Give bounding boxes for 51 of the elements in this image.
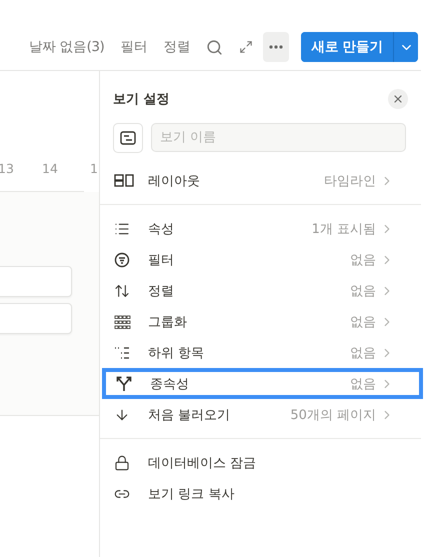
row-value: 없음 (350, 282, 376, 300)
row-label: 데이터베이스 잠금 (148, 454, 258, 472)
indented-list-icon (114, 346, 130, 360)
row-label: 종속성 (150, 376, 190, 392)
row-label: 하위 항목 (148, 344, 206, 362)
row-label: 속성 (148, 220, 175, 238)
row-label: 그룹화 (148, 314, 188, 330)
date-label: 1 (89, 161, 99, 178)
grid-icon (114, 314, 131, 328)
row-value: 1개 표시됨 (312, 220, 376, 238)
toolbar-button[interactable]: 필터 (114, 32, 154, 62)
action-row[interactable]: 데이터베이스 잠금 (102, 447, 419, 478)
toolbar-button[interactable]: 날짜 없음(3) (22, 32, 110, 62)
settings-row[interactable]: 정렬 없음 (102, 275, 419, 306)
settings-row[interactable]: 필터 없음 (102, 244, 419, 275)
row-label: 처음 불러오기 (148, 406, 232, 424)
settings-row[interactable]: 그룹화 없음 (102, 306, 419, 337)
more-button[interactable] (263, 32, 290, 62)
layout-row[interactable]: 레이아웃 타임라인 (102, 165, 419, 196)
view-name-field[interactable]: 보기 이름 (151, 123, 406, 152)
row-label: 필터 (148, 252, 175, 268)
settings-row[interactable]: 속성 1개 표시됨 (102, 213, 419, 244)
search-icon (206, 38, 224, 56)
row-label: 레이아웃 (148, 172, 201, 190)
row-label: 정렬 (148, 282, 175, 300)
diagonal-arrows-icon (239, 40, 254, 54)
action-row[interactable]: 보기 링크 복사 (102, 478, 419, 509)
row-value: 타임라인 (324, 172, 376, 190)
row-label: 보기 링크 복사 (148, 486, 236, 502)
settings-row[interactable]: 하위 항목 없음 (102, 337, 419, 368)
row-value: 없음 (350, 344, 376, 362)
sort-icon (114, 282, 130, 298)
row-value: 50개의 페이지 (290, 406, 376, 424)
row-value: 없음 (350, 376, 376, 392)
fork-arrow-icon (116, 376, 132, 392)
panel-title: 보기 설정 (113, 91, 170, 108)
close-icon (392, 93, 404, 105)
more-icon (269, 45, 284, 49)
settings-row[interactable]: 처음 불러오기 50개의 페이지 (102, 399, 419, 430)
dropdown-button[interactable] (393, 32, 418, 62)
lock-icon (114, 454, 130, 470)
card-icon (120, 131, 136, 145)
row-value: 없음 (350, 314, 376, 330)
filter-icon (114, 252, 130, 268)
settings-row[interactable]: 종속성 없음 (102, 368, 423, 399)
close-button[interactable] (388, 89, 408, 109)
layout-icon (114, 174, 134, 187)
row-value: 없음 (350, 252, 376, 268)
date-label: 14 (41, 161, 59, 178)
toolbar-button[interactable]: 정렬 (157, 32, 196, 62)
view-icon-button[interactable] (113, 123, 143, 153)
